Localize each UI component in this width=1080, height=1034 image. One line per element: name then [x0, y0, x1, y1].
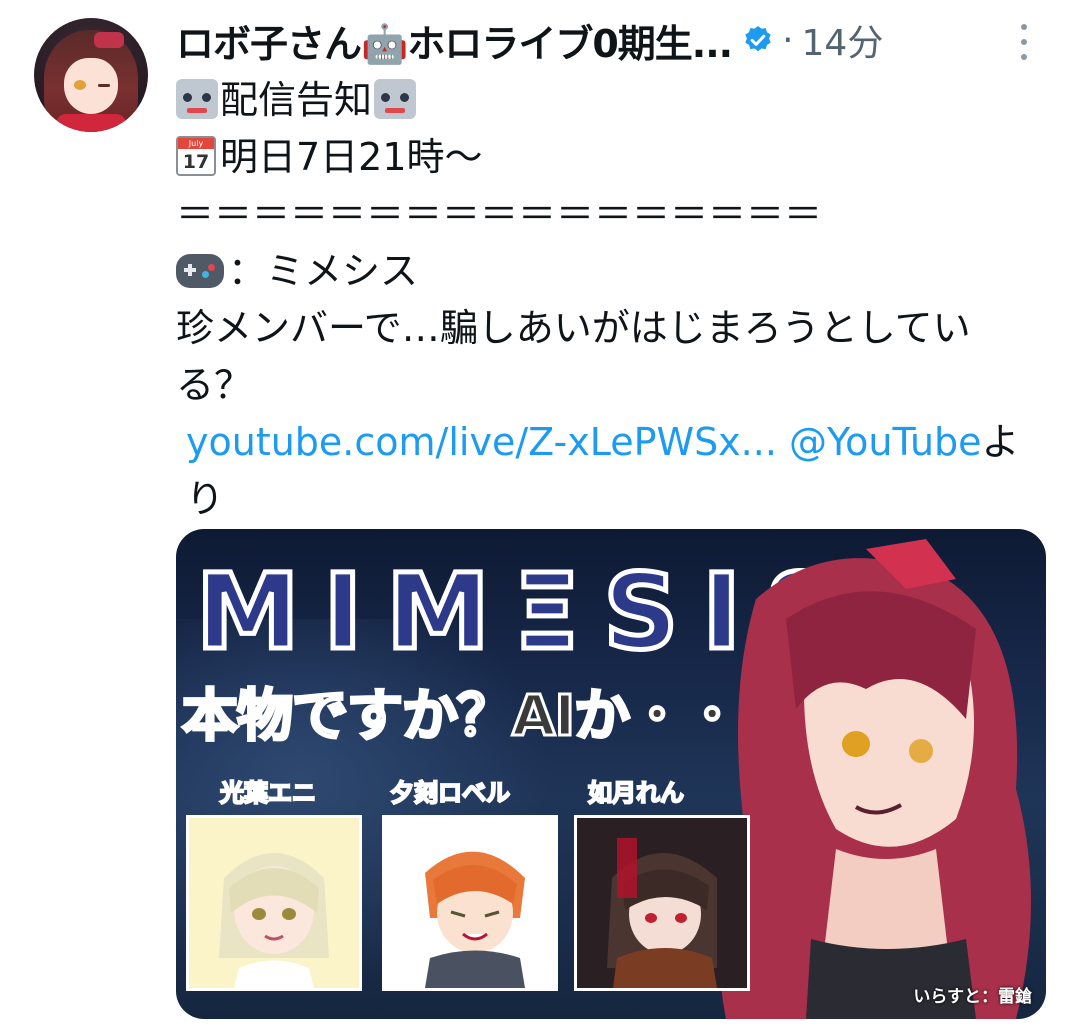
member-portrait-3 [607, 838, 717, 988]
youtube-mention-link[interactable]: @YouTube [789, 420, 982, 464]
tweet-header: ロボ子さん🤖ホロライブ0期生... · 14分 [176, 10, 1046, 70]
tweet-timestamp[interactable]: 14分 [802, 14, 884, 66]
member-thumbnail-1 [186, 815, 362, 991]
robot-emoji-icon [176, 79, 218, 119]
member-label-1: 光葉エニ [219, 778, 317, 808]
author-avatar[interactable] [34, 18, 148, 132]
avatar-collar [56, 114, 126, 132]
more-options-icon[interactable] [1010, 22, 1038, 62]
robot-emoji-icon [374, 79, 417, 119]
avatar-eye-closed [98, 84, 110, 87]
tweet-line-4: ：ミメシス [176, 243, 1046, 300]
member-label-2: 夕刻ロベル [389, 778, 511, 808]
member-thumbnail-3 [574, 815, 750, 991]
tweet-line-1: 配信告知 [176, 72, 1046, 129]
more-dot [1021, 39, 1027, 45]
tweet-line-6: youtube.com/live/Z-xLePWSx... @YouTubeより [176, 414, 1046, 528]
avatar-eye [74, 80, 86, 90]
schedule-text: 明日7日21時〜 [220, 135, 483, 179]
youtube-link[interactable]: youtube.com/live/Z-xLePWSx... [186, 420, 777, 464]
tweet-line-5: 珍メンバーで…騙しあいがはじまろうとしている？ [176, 300, 1046, 414]
more-dot [1021, 24, 1027, 30]
illustration-credit: いらすと：雷鎗 [913, 987, 1032, 1007]
avatar-bow [94, 32, 124, 48]
description-text: 珍メンバーで…騙しあいがはじまろうとしている？ [176, 306, 971, 407]
member-thumbnail-2 [382, 815, 558, 991]
tweet-media-image[interactable]: MIMΞSIS 本物ですか？AIか・・・？ 光葉エニ 夕刻ロベル 如月れん いら… [176, 529, 1046, 1019]
tweet-line-3: ＝＝＝＝＝＝＝＝＝＝＝＝＝＝＝＝＝ [176, 186, 1046, 243]
game-controller-emoji-icon [176, 254, 224, 288]
member-portrait-2 [425, 851, 525, 988]
announce-label: 配信告知 [220, 78, 373, 122]
member-label-3: 如月れん [587, 778, 685, 808]
game-title-text: ：ミメシス [228, 249, 419, 293]
verified-badge-icon [745, 26, 771, 52]
calendar-emoji-month: July [178, 138, 214, 149]
time-separator: · [782, 19, 794, 61]
main-character-illustration [719, 539, 1031, 1019]
tweet-text: 配信告知 July 17 明日7日21時〜 ＝＝＝＝＝＝＝＝＝＝＝＝＝＝＝＝＝ ：ミ… [176, 72, 1046, 528]
more-dot [1021, 54, 1027, 60]
author-name[interactable]: ロボ子さん🤖ホロライブ0期生... [176, 13, 733, 68]
divider-text: ＝＝＝＝＝＝＝＝＝＝＝＝＝＝＝＝＝ [176, 192, 823, 236]
calendar-emoji-day: 17 [182, 151, 210, 173]
tweet-line-2: July 17 明日7日21時〜 [176, 129, 1046, 186]
calendar-emoji-icon: July 17 [176, 136, 216, 176]
member-portrait-1 [219, 853, 329, 988]
